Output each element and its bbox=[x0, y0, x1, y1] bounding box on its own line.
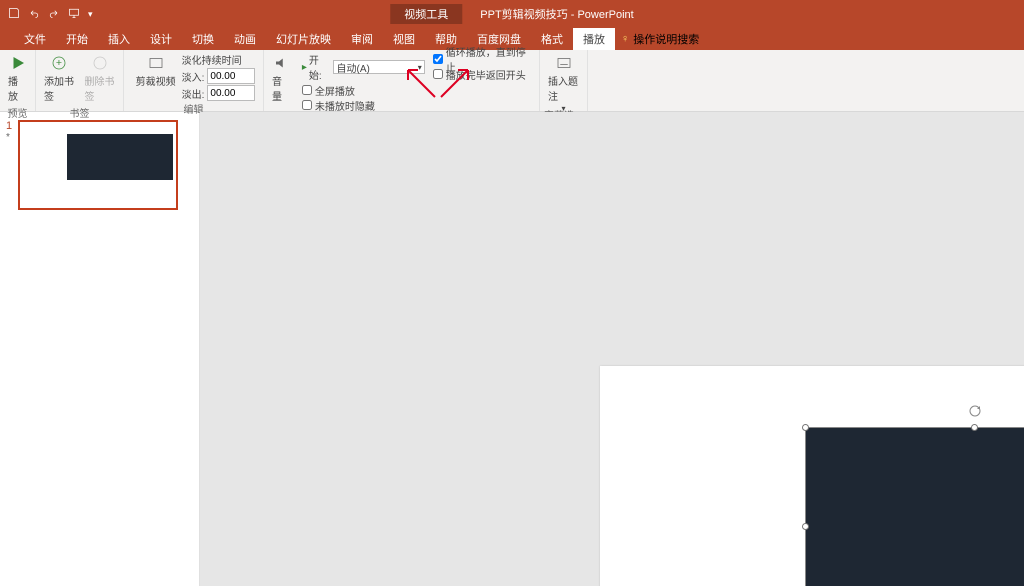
trim-label: 剪裁视频 bbox=[136, 73, 176, 88]
handle-tl[interactable] bbox=[802, 424, 809, 431]
handle-tm[interactable] bbox=[971, 424, 978, 431]
tab-view[interactable]: 视图 bbox=[383, 28, 425, 50]
trim-video-button[interactable]: 剪裁视频 bbox=[132, 52, 180, 90]
fade-header: 淡化持续时间 bbox=[182, 52, 256, 67]
tab-slideshow[interactable]: 幻灯片放映 bbox=[266, 28, 341, 50]
redo-icon[interactable] bbox=[48, 7, 60, 22]
add-bookmark-label: 添加书签 bbox=[44, 73, 75, 103]
fade-in-input[interactable] bbox=[207, 68, 255, 84]
play-button[interactable]: 播放 bbox=[4, 52, 31, 105]
captions-label: 插入题注 bbox=[548, 73, 579, 103]
ribbon: 播放 预览 + 添加书签 删除书签 书签 剪裁视频 淡化持续时间 bbox=[0, 50, 1024, 112]
tab-file[interactable]: 文件 bbox=[14, 28, 56, 50]
slide-canvas[interactable]: ▶ ◂ ▸ 00:00.00 🔈 bbox=[200, 112, 1024, 586]
insert-captions-button[interactable]: 插入题注 ▾ bbox=[544, 52, 583, 115]
contextual-tab-label: 视频工具 bbox=[390, 4, 462, 24]
tab-format[interactable]: 格式 bbox=[531, 28, 573, 50]
title-bar: ▾ 视频工具 PPT剪辑视频技巧 - PowerPoint bbox=[0, 0, 1024, 28]
group-bookmarks-label: 书签 bbox=[70, 105, 90, 119]
video-thumbnail bbox=[67, 134, 173, 180]
fade-out-input[interactable] bbox=[207, 85, 255, 101]
rewind-checkbox[interactable]: 播放完毕返回开头 bbox=[433, 67, 535, 81]
qat-more-icon[interactable]: ▾ bbox=[88, 9, 93, 20]
tab-insert[interactable]: 插入 bbox=[98, 28, 140, 50]
remove-bookmark-label: 删除书签 bbox=[85, 73, 116, 103]
volume-button[interactable]: 音量 bbox=[268, 52, 296, 105]
slide-star: * bbox=[6, 132, 14, 143]
slide-thumbnail[interactable] bbox=[18, 120, 178, 210]
play-icon-small: ▸ bbox=[302, 62, 307, 73]
start-label: 开始: bbox=[309, 52, 332, 82]
tab-design[interactable]: 设计 bbox=[140, 28, 182, 50]
chevron-down-icon: ▾ bbox=[418, 63, 422, 72]
add-bookmark-button[interactable]: + 添加书签 bbox=[40, 52, 79, 105]
undo-icon[interactable] bbox=[28, 7, 40, 22]
volume-label: 音量 bbox=[272, 73, 292, 103]
video-object[interactable] bbox=[805, 427, 1024, 586]
start-value: 自动(A) bbox=[336, 60, 417, 75]
svg-text:+: + bbox=[56, 57, 62, 69]
search-label: 操作说明搜索 bbox=[633, 31, 699, 47]
slideshow-icon[interactable] bbox=[68, 7, 80, 22]
group-preview-label: 预览 bbox=[8, 105, 28, 119]
hide-checkbox[interactable]: 未播放时隐藏 bbox=[302, 98, 425, 112]
play-label: 播放 bbox=[8, 73, 27, 103]
tab-review[interactable]: 审阅 bbox=[341, 28, 383, 50]
tab-transitions[interactable]: 切换 bbox=[182, 28, 224, 50]
handle-ml[interactable] bbox=[802, 523, 809, 530]
rotate-handle[interactable] bbox=[968, 404, 982, 418]
tab-animations[interactable]: 动画 bbox=[224, 28, 266, 50]
start-dropdown[interactable]: 自动(A) ▾ bbox=[333, 60, 424, 74]
remove-bookmark-button: 删除书签 bbox=[81, 52, 120, 105]
fade-in-label: 淡入: bbox=[182, 69, 205, 84]
workspace: 1 * ▶ ◂ ▸ 00:00.00 🔈 bbox=[0, 112, 1024, 586]
loop-checkbox[interactable]: 循环播放，直到停止 bbox=[433, 52, 535, 66]
search-box[interactable]: ♀ 操作说明搜索 bbox=[621, 31, 699, 47]
window-title: PPT剪辑视频技巧 - PowerPoint bbox=[480, 6, 633, 22]
tab-playback[interactable]: 播放 bbox=[573, 28, 615, 50]
fade-out-label: 淡出: bbox=[182, 86, 205, 101]
slide-panel: 1 * bbox=[0, 112, 200, 586]
slide-number: 1 bbox=[6, 120, 14, 132]
lightbulb-icon: ♀ bbox=[621, 33, 629, 45]
tab-home[interactable]: 开始 bbox=[56, 28, 98, 50]
fullscreen-checkbox[interactable]: 全屏播放 bbox=[302, 83, 425, 97]
save-icon[interactable] bbox=[8, 7, 20, 22]
